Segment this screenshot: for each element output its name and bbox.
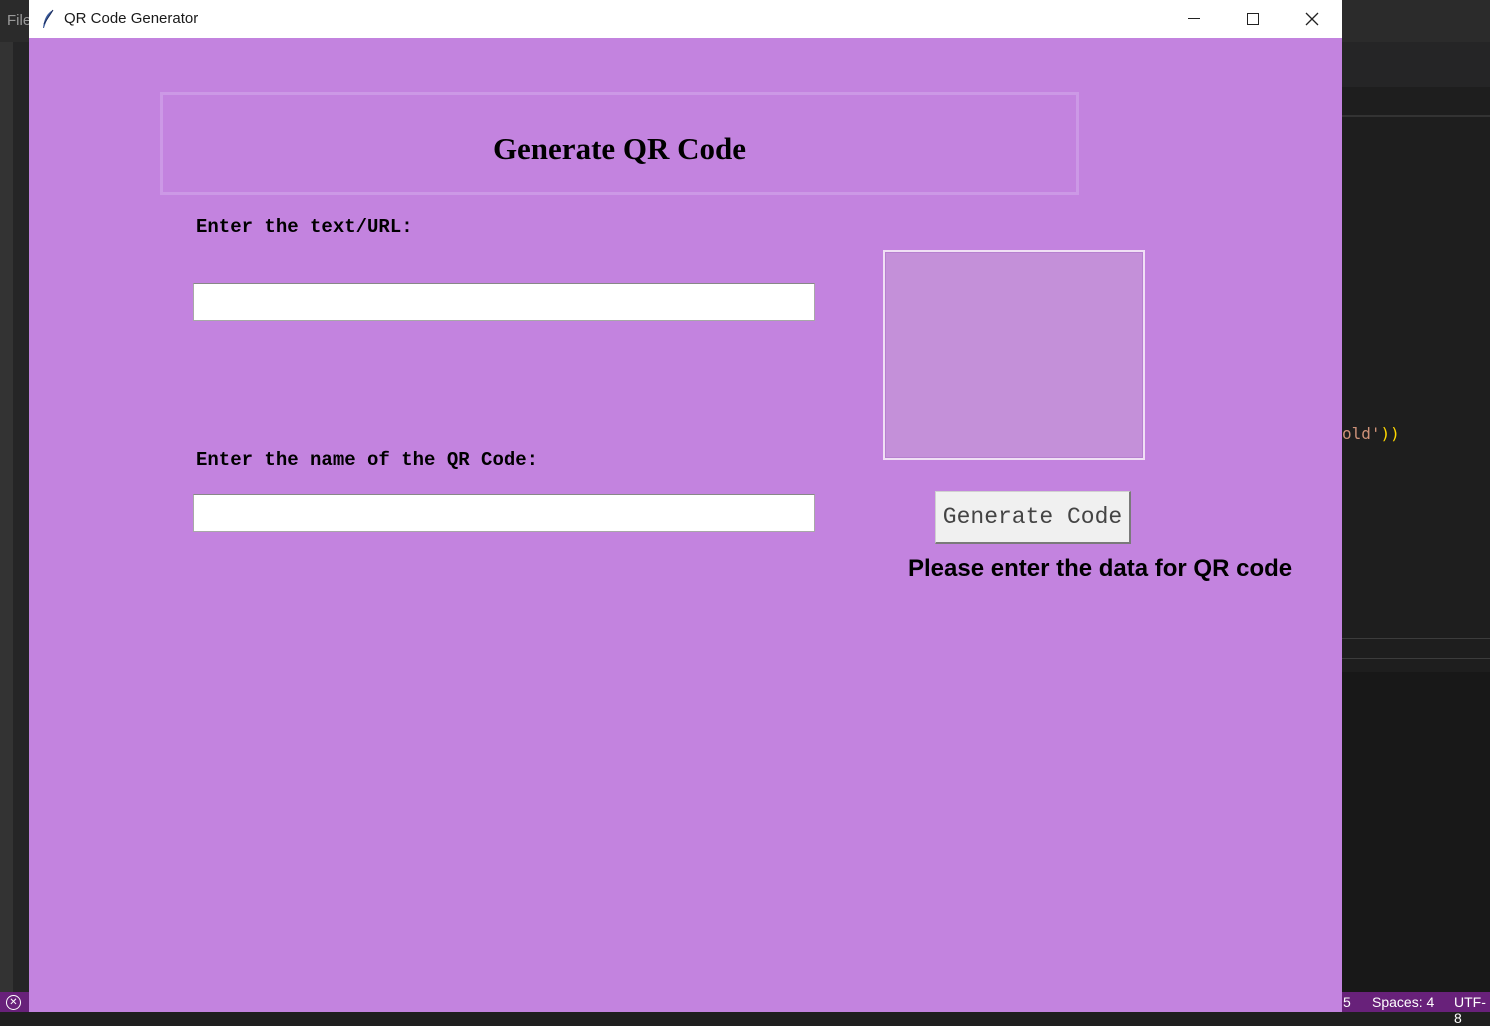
minimize-button[interactable] xyxy=(1165,0,1223,38)
editor-panel xyxy=(1342,672,1490,992)
close-icon xyxy=(1305,12,1319,26)
status-spaces[interactable]: Spaces: 4 xyxy=(1372,994,1434,1010)
code-parens: )) xyxy=(1380,424,1400,443)
editor-sidebar: › › › xyxy=(13,42,37,992)
close-button[interactable] xyxy=(1283,0,1341,38)
qr-generator-window: QR Code Generator Generate QR Code Enter… xyxy=(29,0,1342,1012)
editor-menu-file[interactable]: File xyxy=(7,12,31,29)
qr-image-placeholder xyxy=(883,250,1145,460)
generate-code-button[interactable]: Generate Code xyxy=(935,491,1131,544)
minimize-icon xyxy=(1188,18,1200,19)
editor-divider xyxy=(1342,658,1490,659)
editor-code-fragment: old')) xyxy=(1342,424,1400,443)
qr-name-label: Enter the name of the QR Code: xyxy=(196,449,539,471)
error-circle-icon[interactable]: ✕ xyxy=(6,995,21,1010)
editor-tab-strip xyxy=(1342,42,1490,87)
window-title: QR Code Generator xyxy=(64,10,199,27)
qr-name-input[interactable] xyxy=(193,494,815,532)
code-string: old' xyxy=(1342,424,1381,443)
heading-frame: Generate QR Code xyxy=(160,92,1079,195)
status-encoding[interactable]: UTF-8 xyxy=(1454,994,1490,1026)
editor-activity-bar xyxy=(0,42,13,992)
text-url-label: Enter the text/URL: xyxy=(196,216,413,238)
status-fragment: 5 xyxy=(1343,994,1351,1010)
status-message: Please enter the data for QR code xyxy=(908,555,1293,582)
text-url-input[interactable] xyxy=(193,283,815,321)
editor-divider xyxy=(1342,638,1490,639)
page-title: Generate QR Code xyxy=(492,131,747,166)
maximize-button[interactable] xyxy=(1224,0,1282,38)
tk-feather-icon xyxy=(43,9,54,28)
editor-breadcrumb xyxy=(1342,87,1490,117)
window-titlebar[interactable]: QR Code Generator xyxy=(29,0,1342,38)
maximize-icon xyxy=(1247,13,1259,25)
